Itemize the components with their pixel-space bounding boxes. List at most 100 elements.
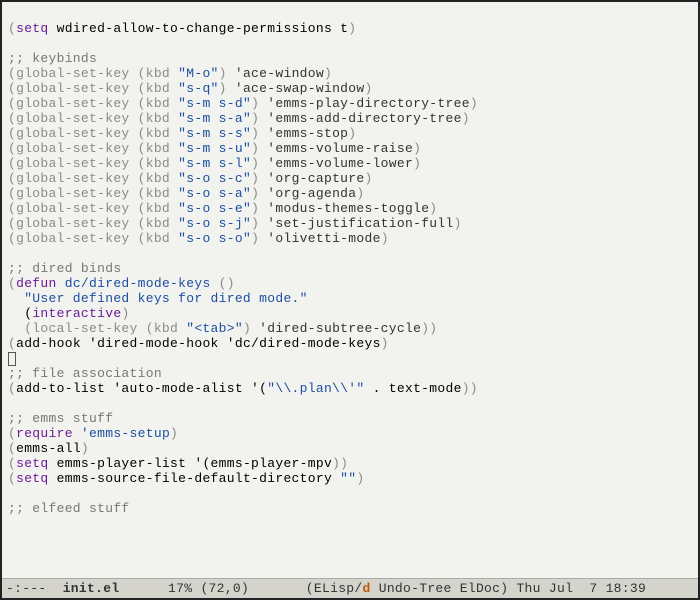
comment: ;; keybinds <box>8 51 97 66</box>
code-text: (kbd <box>138 171 179 186</box>
string: "s-m s-s" <box>178 126 251 141</box>
paren: ) <box>219 81 235 96</box>
code-text: (kbd <box>138 186 179 201</box>
paren: ) <box>364 81 372 96</box>
string: "s-o s-c" <box>178 171 251 186</box>
paren: ) <box>381 336 389 351</box>
code-text: emms-player-list '(emms-player-mpv <box>49 456 333 471</box>
paren: ) <box>356 471 364 486</box>
quoted: 'modus-themes-toggle <box>267 201 429 216</box>
keyword-setq: setq <box>16 471 48 486</box>
quoted: 'emms-setup <box>73 426 170 441</box>
paren: ) <box>324 66 332 81</box>
function-name: dc/dired-mode-keys <box>57 276 211 291</box>
string: "s-o s-a" <box>178 186 251 201</box>
paren: )) <box>332 456 348 471</box>
paren: ) <box>251 186 267 201</box>
code-text: (kbd <box>138 231 179 246</box>
code-text: (global-set-key <box>8 231 138 246</box>
code-text: (kbd <box>138 126 179 141</box>
paren: ( <box>8 426 16 441</box>
comment: ;; dired binds <box>8 261 121 276</box>
quoted: 'dired-subtree-cycle <box>259 321 421 336</box>
string: "s-o s-j" <box>178 216 251 231</box>
code-text: emms-source-file-default-directory <box>49 471 341 486</box>
code-text: emms-all <box>16 441 81 456</box>
paren: ( <box>8 336 16 351</box>
paren: () <box>211 276 235 291</box>
code-text: (global-set-key <box>8 111 138 126</box>
paren: ) <box>219 66 235 81</box>
paren: ) <box>429 201 437 216</box>
paren: ) <box>251 156 267 171</box>
paren: ) <box>251 96 267 111</box>
code-text: (global-set-key <box>8 171 138 186</box>
quoted: 'emms-stop <box>267 126 348 141</box>
comment: ;; emms stuff <box>8 411 113 426</box>
paren: ) <box>470 96 478 111</box>
string: "<tab>" <box>186 321 243 336</box>
code-buffer[interactable]: (setq wdired-allow-to-change-permissions… <box>2 2 698 578</box>
paren: ) <box>413 141 421 156</box>
code-text: (kbd <box>138 216 179 231</box>
clock: Thu Jul 7 18:39 <box>508 581 646 596</box>
paren: ( <box>8 456 16 471</box>
quoted: 'org-capture <box>267 171 364 186</box>
paren: ) <box>81 441 89 456</box>
paren: ) <box>348 21 356 36</box>
paren: ( <box>8 276 16 291</box>
code-text: (local-set-key (kbd <box>8 321 186 336</box>
dirty-flag: d <box>363 581 371 596</box>
paren: ) <box>251 231 267 246</box>
code-text: (global-set-key <box>8 201 138 216</box>
quoted: 'emms-volume-raise <box>267 141 413 156</box>
paren: ) <box>364 171 372 186</box>
quoted: 'olivetti-mode <box>267 231 380 246</box>
paren: ) <box>413 156 421 171</box>
code-text: (global-set-key <box>8 126 138 141</box>
paren: ) <box>251 201 267 216</box>
paren: ) <box>121 306 129 321</box>
string: "s-o s-e" <box>178 201 251 216</box>
paren: ) <box>251 111 267 126</box>
paren: ( <box>8 441 16 456</box>
keyword-setq: setq <box>16 456 48 471</box>
modeline-pad <box>249 581 306 596</box>
paren: ) <box>251 126 267 141</box>
modeline-pad <box>128 581 169 596</box>
code-text: (global-set-key <box>8 156 138 171</box>
code-text: (global-set-key <box>8 66 138 81</box>
paren: ( <box>8 471 16 486</box>
paren: ( <box>8 306 32 321</box>
paren: ) <box>454 216 462 231</box>
string: "s-q" <box>178 81 219 96</box>
code-text: wdired-allow-to-change-permissions t <box>49 21 349 36</box>
code-text: (kbd <box>138 81 179 96</box>
string: "s-m s-d" <box>178 96 251 111</box>
modeline[interactable]: -:--- init.el 17% (72,0) (ELisp/d Undo-T… <box>2 578 698 598</box>
code-text: (kbd <box>138 201 179 216</box>
paren: ( <box>8 381 16 396</box>
modes-pre: (ELisp/ <box>306 581 363 596</box>
code-text: (kbd <box>138 156 179 171</box>
code-text: (kbd <box>138 66 179 81</box>
string: "\\.plan\\'" <box>267 381 364 396</box>
quoted: 'ace-swap-window <box>235 81 365 96</box>
text-cursor <box>8 352 16 366</box>
code-text: (kbd <box>138 96 179 111</box>
keyword-defun: defun <box>16 276 57 291</box>
string: "s-o s-o" <box>178 231 251 246</box>
keyword-setq: setq <box>16 21 48 36</box>
comment: ;; elfeed stuff <box>8 501 130 516</box>
string: "M-o" <box>178 66 219 81</box>
keyword-interactive: interactive <box>32 306 121 321</box>
indent <box>8 291 24 306</box>
quoted: 'ace-window <box>235 66 324 81</box>
string: "" <box>340 471 356 486</box>
cursor-position: (72,0) <box>192 581 249 596</box>
paren: ) <box>170 426 178 441</box>
paren: ) <box>251 216 267 231</box>
paren: ( <box>8 21 16 36</box>
paren: ) <box>381 231 389 246</box>
paren: ) <box>251 171 267 186</box>
